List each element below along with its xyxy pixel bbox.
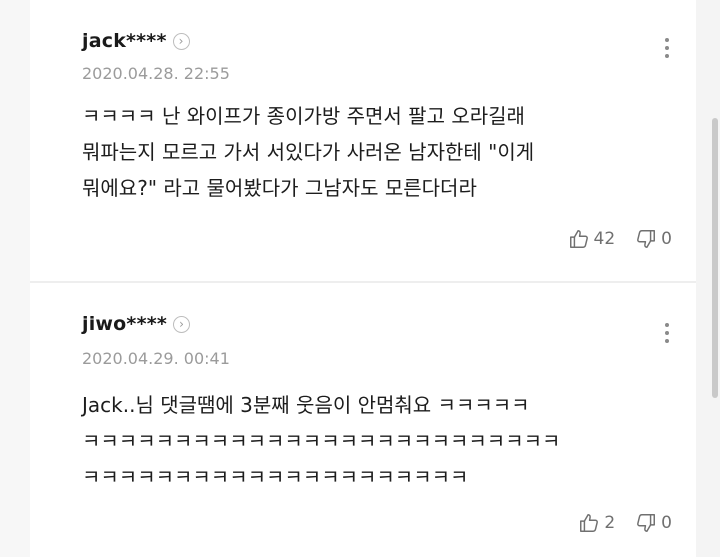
thumbs-down-icon xyxy=(637,230,656,248)
comment-divider xyxy=(30,281,696,283)
chevron-right-icon[interactable]: › xyxy=(172,32,190,50)
dislike-count: 0 xyxy=(661,229,672,249)
like-count: 2 xyxy=(604,513,616,533)
comment-actions: 2 0 xyxy=(578,512,672,534)
comment-text: ㅋㅋㅋㅋ 난 와이프가 종이가방 주면서 팔고 오라길래 뭐파는지 모르고 가서… xyxy=(82,104,535,200)
chevron-right-icon[interactable]: › xyxy=(172,315,190,333)
dislike-button[interactable]: 0 xyxy=(635,512,672,534)
like-button[interactable]: 42 xyxy=(568,228,616,250)
comment-author[interactable]: jack**** xyxy=(82,30,167,52)
like-button[interactable]: 2 xyxy=(578,512,615,534)
dislike-button[interactable]: 0 xyxy=(635,228,672,250)
thumbs-down-icon xyxy=(637,514,656,532)
comment-item: jack**** › 2020.04.28. 22:55 ㅋㅋㅋㅋ 난 와이프가… xyxy=(30,0,696,281)
left-edge xyxy=(0,0,30,557)
more-options-icon[interactable] xyxy=(663,321,671,345)
comment-item: jiwo**** › 2020.04.29. 00:41 Jack..님 댓글땜… xyxy=(30,283,696,557)
comment-text: Jack..님 댓글땜에 3분째 웃음이 안멈춰요 ㅋㅋㅋㅋㅋ ㅋㅋㅋㅋㅋㅋㅋㅋ… xyxy=(82,393,561,489)
author-row[interactable]: jack**** › xyxy=(82,30,190,52)
like-count: 42 xyxy=(593,229,616,249)
more-options-icon[interactable] xyxy=(663,36,671,60)
thumbs-up-icon xyxy=(580,514,599,532)
author-row[interactable]: jiwo**** › xyxy=(82,313,190,335)
comment-date: 2020.04.28. 22:55 xyxy=(82,64,230,83)
scrollbar[interactable] xyxy=(712,118,718,398)
comment-actions: 42 0 xyxy=(568,228,672,250)
comment-date: 2020.04.29. 00:41 xyxy=(82,349,230,368)
comment-author[interactable]: jiwo**** xyxy=(82,313,167,335)
dislike-count: 0 xyxy=(661,513,672,533)
comment-list: jack**** › 2020.04.28. 22:55 ㅋㅋㅋㅋ 난 와이프가… xyxy=(30,0,696,557)
thumbs-up-icon xyxy=(569,230,588,248)
